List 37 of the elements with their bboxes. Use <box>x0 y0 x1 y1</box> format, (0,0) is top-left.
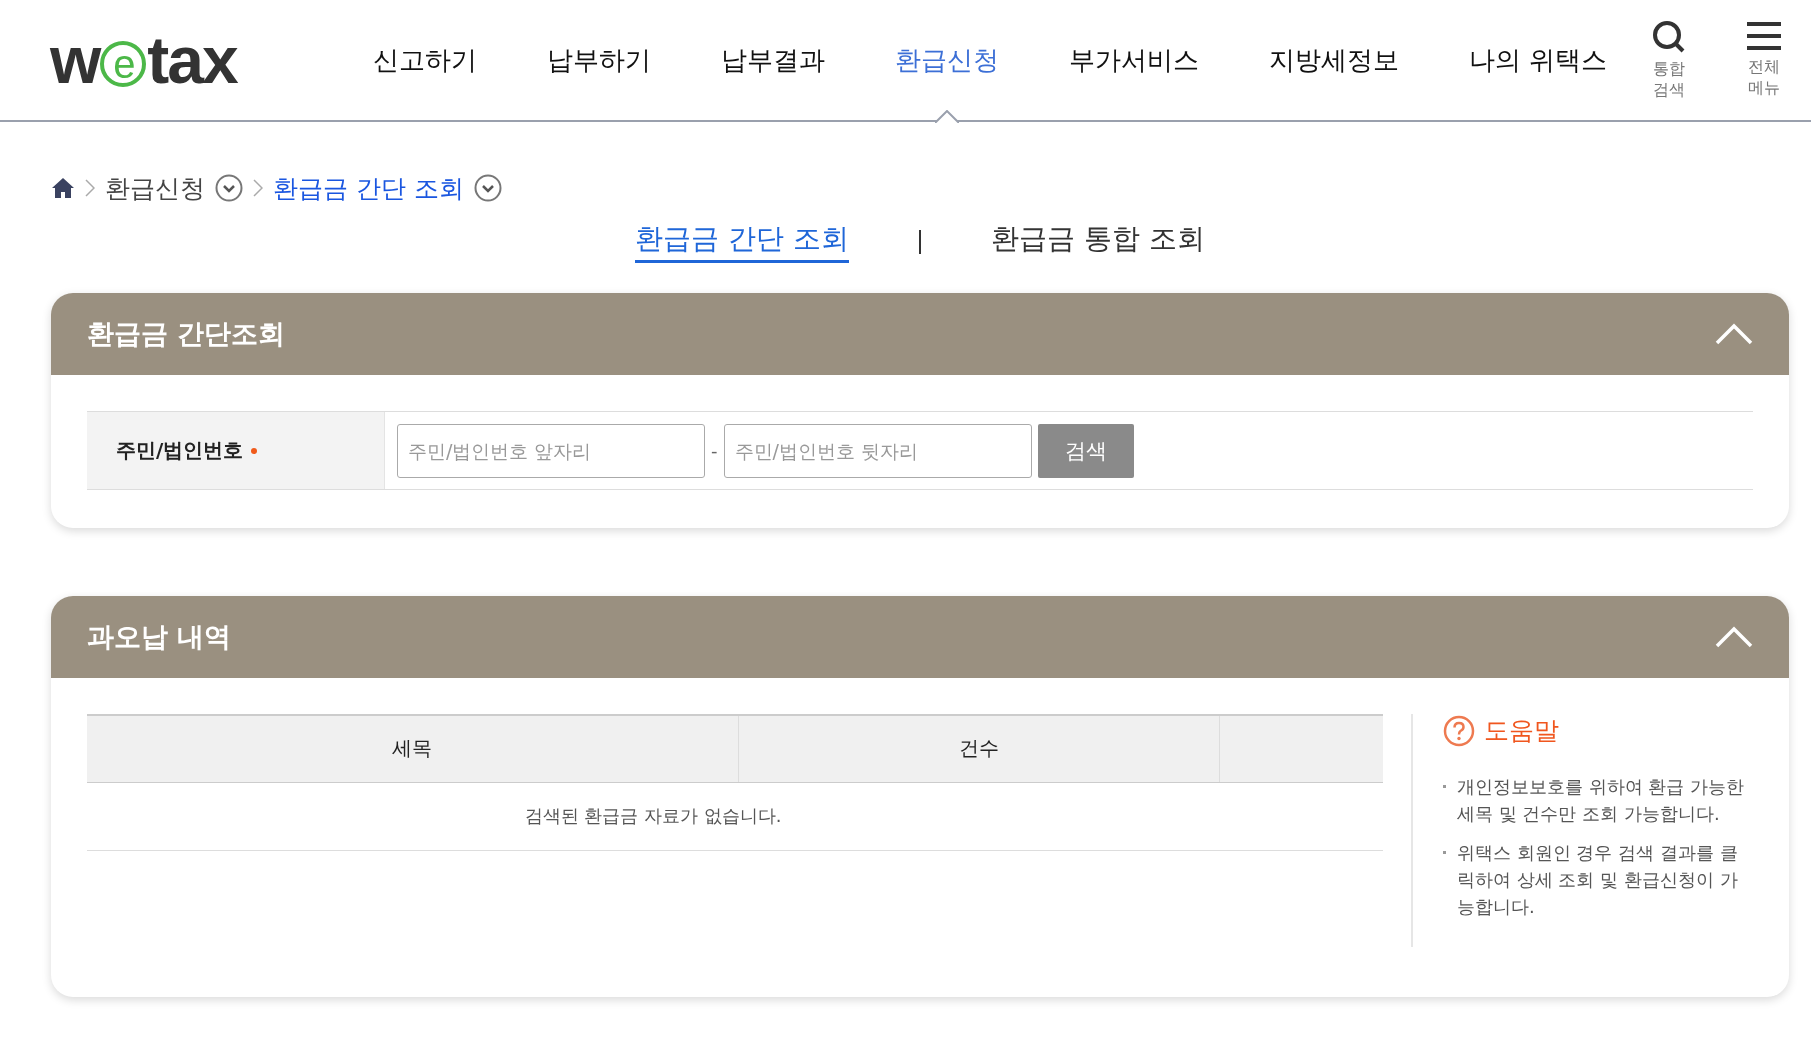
chevron-right-icon <box>85 179 95 197</box>
separator: - <box>711 440 718 461</box>
nav-item[interactable]: 나의 위택스 <box>1433 0 1642 121</box>
input-field[interactable]: 주민/법인번호 뒷자리 <box>723 423 1032 478</box>
collapse-icon <box>1715 626 1753 648</box>
dropdown-icon[interactable] <box>215 174 243 202</box>
home-icon[interactable] <box>51 177 75 199</box>
help-text: 개인정보보호를 위하여 환급 가능한 세목 및 건수만 조회 가능합니다. <box>1443 773 1753 827</box>
breadcrumb-item[interactable]: 환급신청 <box>105 171 205 205</box>
dropdown-icon[interactable] <box>473 174 502 202</box>
nav-item[interactable]: 지방세정보 <box>1233 0 1434 121</box>
tab[interactable]: 환급금 간단 조회 <box>635 220 849 263</box>
nav-item[interactable]: 납부하기 <box>511 0 686 121</box>
breadcrumb-item[interactable]: 환급금 간단 조회 <box>273 171 464 205</box>
menu-button[interactable]: 전체메뉴 <box>1736 18 1791 102</box>
empty-message: 검색된 환급금 자료가 없습니다. <box>87 782 1219 850</box>
column-header: 건수 <box>738 715 1219 782</box>
nav-item[interactable]: 납부결과 <box>685 0 860 121</box>
chevron-right-icon <box>253 179 263 197</box>
field-label: 주민/법인번호 <box>116 437 244 464</box>
help-text: 위택스 회원인 경우 검색 결과를 클릭하여 상세 조회 및 환급신청이 가능합니다. <box>1443 839 1753 920</box>
column-header: 세목 <box>87 715 738 782</box>
nav-item[interactable]: 환급신청 <box>859 0 1034 121</box>
nav-item[interactable]: 신고하기 <box>337 0 512 121</box>
help-icon <box>1443 714 1475 747</box>
panel-title: 환급금 간단조회 <box>87 317 286 351</box>
logo[interactable]: w e tax <box>50 22 338 98</box>
input-field[interactable]: 주민/법인번호 앞자리 <box>397 423 705 478</box>
collapse-button[interactable] <box>1715 323 1753 345</box>
search-button[interactable]: 통합검색 <box>1641 18 1697 102</box>
menu-icon <box>1746 19 1781 53</box>
nav-item[interactable]: 부가서비스 <box>1033 0 1234 121</box>
tab[interactable]: 환급금 통합 조회 <box>991 220 1205 263</box>
panel-title: 과오납 내역 <box>87 620 232 654</box>
help-title: 도움말 <box>1484 715 1559 747</box>
collapse-button[interactable] <box>1715 626 1753 648</box>
collapse-icon <box>1715 323 1753 345</box>
